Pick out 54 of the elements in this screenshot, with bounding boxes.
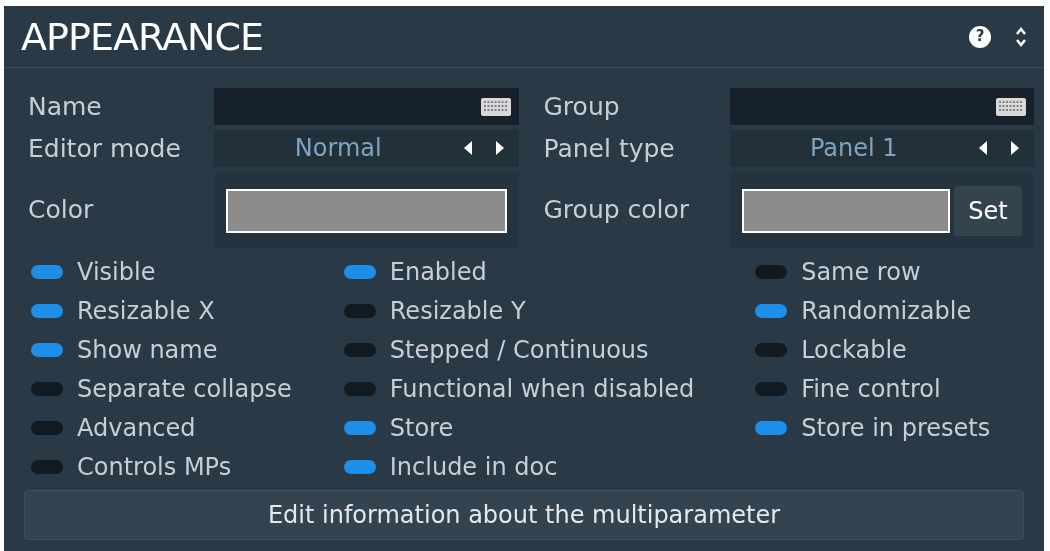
previous-arrow-icon[interactable] (978, 140, 988, 157)
field-label: Panel type (543, 132, 676, 165)
toggle-label: Advanced (77, 412, 196, 444)
toggle-label: Fine control (801, 373, 941, 405)
toggle-switch[interactable] (343, 264, 376, 279)
previous-arrow-icon[interactable] (462, 140, 473, 157)
toggle-switch[interactable] (755, 342, 788, 357)
toggle-label: Separate collapse (77, 373, 292, 405)
toggle-switch[interactable] (755, 420, 788, 435)
field-label: Group color (543, 193, 691, 226)
toggle-label: Store (389, 412, 454, 444)
help-button[interactable]: ? (969, 25, 991, 48)
keyboard-icon[interactable] (480, 97, 511, 116)
toggle-switch[interactable] (755, 264, 788, 279)
set-color-button[interactable]: Set (954, 185, 1022, 236)
text-field[interactable] (729, 88, 1034, 126)
toggle-label: Include in doc (389, 451, 558, 483)
toggle-label: Controls MPs (77, 451, 232, 483)
color-swatch[interactable] (741, 188, 950, 233)
toggle-switch[interactable] (343, 381, 376, 396)
toggle-label: Stepped / Continuous (389, 334, 649, 366)
toggle-label: Show name (77, 334, 218, 366)
toggle-label: Enabled (389, 256, 487, 288)
field-label: Name (28, 91, 103, 123)
toggle-label: Resizable X (77, 295, 215, 327)
toggle-switch[interactable] (31, 420, 63, 435)
toggle-label: Lockable (801, 334, 907, 366)
toggle-switch[interactable] (31, 459, 63, 474)
toggle-switch[interactable] (755, 381, 788, 396)
text-field[interactable] (214, 88, 519, 126)
toggle-switch[interactable] (31, 381, 63, 396)
toggle-switch[interactable] (31, 303, 63, 318)
color-swatch[interactable] (226, 188, 507, 233)
panel-title: APPEARANCE (21, 17, 264, 56)
field-label: Color (28, 193, 95, 226)
toggle-label: Functional when disabled (389, 373, 695, 405)
next-arrow-icon[interactable] (1010, 140, 1020, 157)
toggle-switch[interactable] (343, 459, 376, 474)
edit-info-button[interactable]: Edit information about the multiparameter (24, 490, 1024, 540)
toggle-label: Visible (77, 256, 156, 288)
toggle-switch[interactable] (343, 420, 376, 435)
toggle-switch[interactable] (31, 264, 63, 279)
field-label: Editor mode (28, 132, 182, 165)
toggle-switch[interactable] (343, 342, 376, 357)
toggle-label: Same row (801, 256, 921, 288)
toggle-label: Randomizable (801, 295, 972, 327)
field-label: Group (543, 91, 621, 123)
toggle-switch[interactable] (755, 303, 788, 318)
keyboard-icon[interactable] (996, 97, 1026, 116)
toggle-switch[interactable] (343, 303, 376, 318)
toggle-switch[interactable] (31, 342, 63, 357)
toggle-label: Store in presets (801, 412, 991, 444)
next-arrow-icon[interactable] (494, 140, 505, 157)
toggle-label: Resizable Y (389, 295, 526, 327)
